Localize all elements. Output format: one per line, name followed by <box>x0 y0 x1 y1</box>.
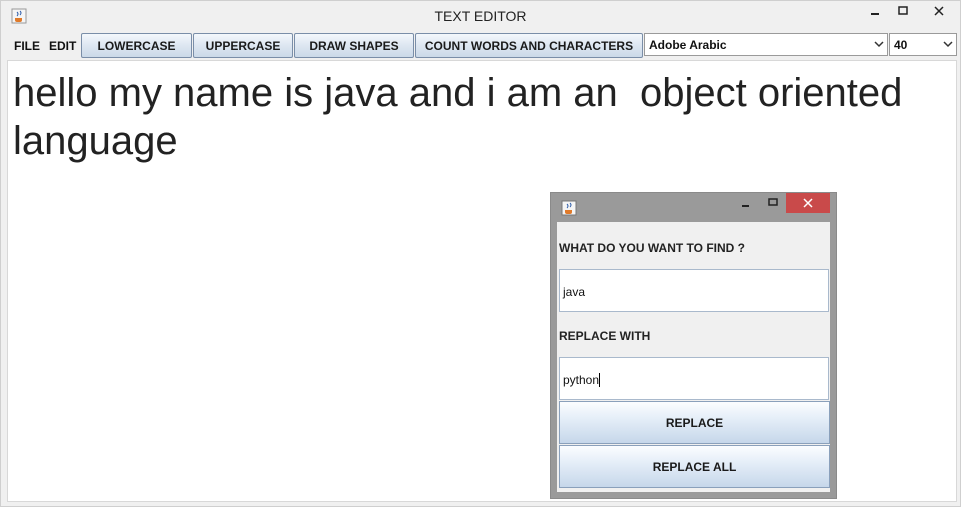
maximize-icon <box>898 6 908 15</box>
replace-label: REPLACE WITH <box>559 329 651 343</box>
close-icon <box>934 6 944 16</box>
replace-input[interactable]: python <box>559 357 829 400</box>
close-icon <box>803 198 813 208</box>
text-caret <box>599 373 601 387</box>
dialog-minimize-button[interactable] <box>734 193 758 213</box>
replace-input-value: python <box>563 373 600 387</box>
font-family-value: Adobe Arabic <box>649 38 727 52</box>
editor-content: hello my name is java and i am an object… <box>13 71 914 163</box>
toolbar: FILE EDIT LOWERCASE UPPERCASE DRAW SHAPE… <box>7 32 957 59</box>
replace-button[interactable]: REPLACE <box>559 401 830 444</box>
find-replace-dialog: WHAT DO YOU WANT TO FIND ? java REPLACE … <box>550 192 837 499</box>
menu-file[interactable]: FILE <box>14 39 40 53</box>
replace-all-button[interactable]: REPLACE ALL <box>559 445 830 488</box>
minimize-icon <box>871 13 879 15</box>
minimize-icon <box>742 205 749 207</box>
chevron-down-icon <box>874 41 884 48</box>
minimize-button[interactable] <box>861 1 889 23</box>
dialog-title-bar[interactable] <box>551 193 836 222</box>
font-size-select[interactable]: 40 <box>889 33 957 56</box>
chevron-down-icon <box>943 41 953 48</box>
font-size-value: 40 <box>894 38 908 52</box>
find-input[interactable]: java <box>559 269 829 312</box>
maximize-button[interactable] <box>889 1 917 23</box>
find-label: WHAT DO YOU WANT TO FIND ? <box>559 241 745 255</box>
menu-edit[interactable]: EDIT <box>49 39 76 53</box>
uppercase-button[interactable]: UPPERCASE <box>193 33 293 58</box>
dialog-close-button[interactable] <box>786 193 830 213</box>
dialog-maximize-button[interactable] <box>761 193 785 213</box>
window-title: TEXT EDITOR <box>434 8 527 24</box>
close-button[interactable] <box>918 1 960 23</box>
count-words-button[interactable]: COUNT WORDS AND CHARACTERS <box>415 33 643 58</box>
title-bar[interactable]: TEXT EDITOR <box>1 1 960 31</box>
java-cup-icon <box>561 200 577 216</box>
lowercase-button[interactable]: LOWERCASE <box>81 33 192 58</box>
draw-shapes-button[interactable]: DRAW SHAPES <box>294 33 414 58</box>
font-family-select[interactable]: Adobe Arabic <box>644 33 888 56</box>
dialog-body: WHAT DO YOU WANT TO FIND ? java REPLACE … <box>557 222 830 492</box>
maximize-icon <box>768 198 778 206</box>
find-input-value: java <box>563 285 586 299</box>
